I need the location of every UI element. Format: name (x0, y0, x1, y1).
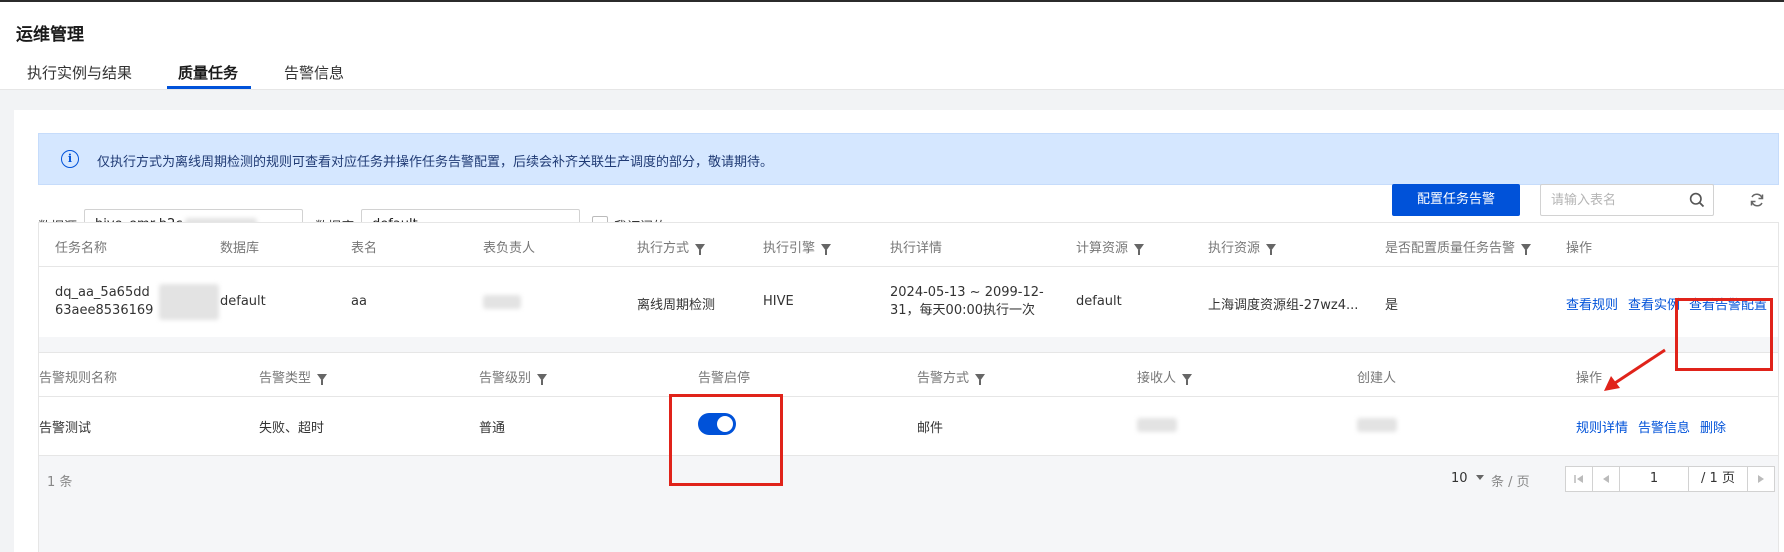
first-page-button[interactable] (1565, 466, 1593, 492)
redacted-text (159, 284, 219, 320)
header-engine: 执行引擎 (763, 237, 832, 256)
refresh-icon[interactable] (1749, 192, 1765, 208)
table-name-cell: aa (351, 294, 367, 309)
header-alarm-level: 告警级别 (479, 367, 548, 386)
header-table-owner: 表负责人 (483, 241, 536, 256)
search-icon[interactable] (1689, 192, 1705, 208)
alarm-rule-name-cell: 告警测试 (39, 421, 92, 436)
exec-mode-cell: 离线周期检测 (637, 298, 716, 313)
table-row: dq_aa_5a65dd 63aee8536169 default aa 离线周… (39, 267, 1778, 337)
main-panel: i 仅执行方式为离线周期检测的规则可查看对应任务并操作任务告警配置，后续会补齐关… (14, 110, 1784, 552)
task-name-cell: dq_aa_5a65dd 63aee8536169 (55, 284, 153, 320)
alarm-table-header: 告警规则名称 告警类型 告警级别 告警启停 告警方式 接收人 创建人 操作 (39, 353, 1778, 397)
task-name-line2: 63aee8536169 (55, 303, 154, 318)
redacted-creator (1357, 418, 1397, 432)
delete-link[interactable]: 删除 (1700, 417, 1726, 436)
header-alarm-configured: 是否配置质量任务告警 (1385, 237, 1532, 256)
header-exec-detail: 执行详情 (890, 241, 943, 256)
total-count: 1 条 (47, 475, 73, 490)
page-size-unit: 条 / 页 (1491, 475, 1530, 490)
chevron-down-icon (1475, 475, 1484, 480)
header-alarm-toggle: 告警启停 (698, 371, 751, 386)
filter-icon[interactable] (695, 244, 706, 255)
header-compute-resource: 计算资源 (1076, 237, 1145, 256)
filter-icon[interactable] (1521, 244, 1532, 255)
current-page: 1 (1649, 471, 1659, 486)
header-exec-mode: 执行方式 (637, 237, 706, 256)
filter-icon[interactable] (975, 374, 986, 385)
task-table: 任务名称 数据库 表名 表负责人 执行方式 执行引擎 执行详情 计算资源 执行资… (38, 222, 1779, 552)
alarm-info-link[interactable]: 告警信息 (1638, 417, 1690, 436)
task-table-header: 任务名称 数据库 表名 表负责人 执行方式 执行引擎 执行详情 计算资源 执行资… (39, 223, 1778, 267)
header-alarm-type: 告警类型 (259, 367, 328, 386)
search-box (1540, 184, 1714, 216)
prev-page-button[interactable] (1592, 466, 1620, 492)
filter-icon[interactable] (1134, 244, 1145, 255)
header-alarm-method: 告警方式 (917, 367, 986, 386)
redacted-receiver (1137, 418, 1177, 432)
redacted-owner (483, 295, 521, 309)
filter-icon[interactable] (1266, 244, 1277, 255)
header-creator: 创建人 (1357, 371, 1397, 386)
configure-task-alarm-button[interactable]: 配置任务告警 (1392, 184, 1520, 216)
compute-resource-cell: default (1076, 294, 1122, 309)
notice-banner: i 仅执行方式为离线周期检测的规则可查看对应任务并操作任务告警配置，后续会补齐关… (38, 133, 1779, 185)
header-alarm-actions: 操作 (1576, 371, 1603, 386)
pagination: 1 条 10 条 / 页 1 / 1 页 (39, 456, 1778, 552)
alarm-method-cell: 邮件 (917, 421, 944, 436)
view-rules-link[interactable]: 查看规则 (1566, 294, 1618, 313)
prev-page-icon (1603, 475, 1609, 483)
view-instance-link[interactable]: 查看实例 (1628, 294, 1680, 313)
header-task-name: 任务名称 (55, 241, 108, 256)
filter-icon[interactable] (317, 374, 328, 385)
filter-icon[interactable] (1182, 374, 1193, 385)
tab-execution-results[interactable]: 执行实例与结果 (27, 62, 132, 90)
header: 运维管理 执行实例与结果 质量任务 告警信息 (0, 2, 1784, 90)
header-table-name: 表名 (351, 241, 378, 256)
header-receiver: 接收人 (1137, 367, 1193, 386)
next-page-icon (1758, 475, 1764, 483)
exec-resource-cell: 上海调度资源组-27wz4... (1208, 298, 1359, 313)
rule-detail-link[interactable]: 规则详情 (1576, 417, 1628, 436)
alarm-rule-table: 告警规则名称 告警类型 告警级别 告警启停 告警方式 接收人 创建人 操作 告警… (39, 352, 1778, 456)
table-row: 告警测试 失败、超时 普通 邮件 规则详情 告警信息 删除 (39, 397, 1778, 455)
exec-detail-line2: 31，每天00:00执行一次 (890, 303, 1036, 318)
task-name-line1: dq_aa_5a65dd (55, 285, 150, 300)
annotation-highlight-toggle (669, 394, 783, 486)
page-size-select[interactable]: 10 (1451, 471, 1484, 486)
tab-alarm-info[interactable]: 告警信息 (284, 62, 344, 90)
alarm-level-cell: 普通 (479, 421, 506, 436)
active-tab-indicator (167, 86, 251, 89)
header-database: 数据库 (220, 241, 260, 256)
table-search-input[interactable] (1551, 191, 1681, 209)
header-exec-resource: 执行资源 (1208, 237, 1277, 256)
exec-detail-cell: 2024-05-13 ~ 2099-12- 31，每天00:00执行一次 (890, 284, 1044, 320)
exec-detail-line1: 2024-05-13 ~ 2099-12- (890, 285, 1044, 300)
next-page-button[interactable] (1747, 466, 1775, 492)
info-icon: i (61, 150, 79, 168)
first-page-icon (1574, 475, 1583, 483)
annotation-highlight-alarm-config (1675, 298, 1773, 371)
page-title: 运维管理 (16, 25, 84, 45)
engine-cell: HIVE (763, 294, 794, 309)
expanded-row-area: 告警规则名称 告警类型 告警级别 告警启停 告警方式 接收人 创建人 操作 告警… (39, 337, 1778, 552)
alarm-type-cell: 失败、超时 (259, 421, 325, 436)
header-actions: 操作 (1566, 241, 1593, 256)
database-cell: default (220, 294, 266, 309)
notice-text: 仅执行方式为离线周期检测的规则可查看对应任务并操作任务告警配置，后续会补齐关联生… (97, 155, 774, 170)
page-number-input[interactable]: 1 (1619, 466, 1689, 492)
alarm-configured-cell: 是 (1385, 298, 1399, 313)
filter-icon[interactable] (821, 244, 832, 255)
header-alarm-rule-name: 告警规则名称 (39, 371, 118, 386)
annotation-arrow-icon (1604, 348, 1666, 391)
filter-icon[interactable] (537, 374, 548, 385)
total-pages: / 1 页 (1688, 466, 1748, 492)
